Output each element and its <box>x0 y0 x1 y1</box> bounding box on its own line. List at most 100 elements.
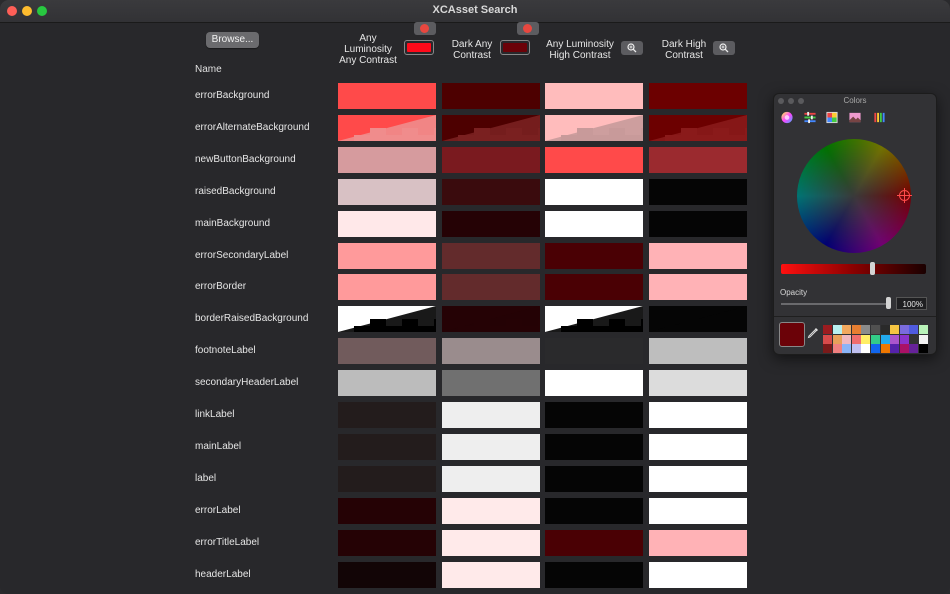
color-swatch-cell[interactable] <box>338 530 436 556</box>
color-swatch-cell[interactable] <box>338 498 436 524</box>
color-swatch-cell[interactable] <box>442 274 540 300</box>
color-swatch-cell[interactable] <box>338 306 436 332</box>
image-palettes-icon[interactable] <box>848 111 862 124</box>
color-swatch-cell[interactable] <box>545 530 643 556</box>
color-swatch-cell[interactable] <box>338 562 436 588</box>
pencils-icon[interactable] <box>872 111 886 124</box>
color-swatch-cell[interactable] <box>442 370 540 396</box>
color-swatch-cell[interactable] <box>545 306 643 332</box>
palette-swatch[interactable] <box>919 325 928 334</box>
clear-color-button[interactable] <box>517 22 539 35</box>
palette-swatch[interactable] <box>899 334 909 344</box>
color-swatch-cell[interactable] <box>338 179 436 205</box>
palette-swatch[interactable] <box>871 344 880 353</box>
color-swatch-cell[interactable] <box>545 83 643 109</box>
color-palettes-icon[interactable] <box>825 111 839 124</box>
color-wheel-icon[interactable] <box>780 111 794 124</box>
palette-swatch[interactable] <box>823 325 832 334</box>
color-swatch-cell[interactable] <box>442 211 540 237</box>
color-swatch-cell[interactable] <box>442 243 540 269</box>
opacity-slider[interactable] <box>781 303 891 305</box>
color-swatch-cell[interactable] <box>545 338 643 364</box>
palette-swatch[interactable] <box>861 334 871 344</box>
color-swatch-cell[interactable] <box>649 466 747 492</box>
palette-swatch[interactable] <box>832 344 842 353</box>
color-swatch-cell[interactable] <box>545 147 643 173</box>
color-swatch-cell[interactable] <box>545 115 643 141</box>
color-swatch-cell[interactable] <box>442 306 540 332</box>
color-swatch-cell[interactable] <box>545 370 643 396</box>
palette-swatch[interactable] <box>919 334 928 344</box>
color-swatch-cell[interactable] <box>338 147 436 173</box>
color-swatch-cell[interactable] <box>545 466 643 492</box>
eyedropper-icon[interactable] <box>807 327 819 339</box>
opacity-slider-knob[interactable] <box>886 297 891 309</box>
palette-swatch[interactable] <box>871 334 880 344</box>
zoom-search-button[interactable] <box>713 41 735 55</box>
opacity-value-field[interactable]: 100% <box>896 297 927 310</box>
variant-color-well[interactable] <box>404 40 434 55</box>
color-swatch-cell[interactable] <box>649 402 747 428</box>
color-swatch-cell[interactable] <box>338 466 436 492</box>
color-swatch-cell[interactable] <box>338 211 436 237</box>
color-swatch-cell[interactable] <box>338 434 436 460</box>
brightness-slider-knob[interactable] <box>870 262 875 275</box>
palette-swatch[interactable] <box>899 344 909 353</box>
color-swatch-cell[interactable] <box>545 562 643 588</box>
palette-swatch[interactable] <box>880 334 890 344</box>
color-swatch-cell[interactable] <box>442 530 540 556</box>
color-swatch-cell[interactable] <box>649 179 747 205</box>
palette-swatch[interactable] <box>890 334 900 344</box>
color-swatch-cell[interactable] <box>338 370 436 396</box>
color-swatch-cell[interactable] <box>649 338 747 364</box>
color-swatch-cell[interactable] <box>545 211 643 237</box>
color-swatch-cell[interactable] <box>338 274 436 300</box>
color-swatch-cell[interactable] <box>649 211 747 237</box>
color-swatch-cell[interactable] <box>442 83 540 109</box>
color-swatch-cell[interactable] <box>338 83 436 109</box>
color-swatch-cell[interactable] <box>442 147 540 173</box>
color-swatch-cell[interactable] <box>545 179 643 205</box>
color-swatch-cell[interactable] <box>442 402 540 428</box>
palette-swatch[interactable] <box>842 334 852 344</box>
color-swatch-cell[interactable] <box>649 434 747 460</box>
color-swatch-cell[interactable] <box>649 115 747 141</box>
palette-swatch[interactable] <box>842 344 852 353</box>
palette-swatch[interactable] <box>890 325 900 334</box>
color-swatch-cell[interactable] <box>545 402 643 428</box>
color-swatch-cell[interactable] <box>338 338 436 364</box>
color-swatch-cell[interactable] <box>442 498 540 524</box>
current-color-well[interactable] <box>779 322 805 347</box>
palette-swatch[interactable] <box>823 344 832 353</box>
color-swatch-cell[interactable] <box>649 498 747 524</box>
color-swatch-cell[interactable] <box>649 530 747 556</box>
palette-swatch[interactable] <box>880 344 890 353</box>
sliders-icon[interactable] <box>803 111 817 124</box>
variant-color-well[interactable] <box>500 40 530 55</box>
color-swatch-cell[interactable] <box>649 243 747 269</box>
color-swatch-cell[interactable] <box>442 466 540 492</box>
color-wheel-picker[interactable] <box>897 188 912 203</box>
palette-swatch[interactable] <box>899 325 909 334</box>
zoom-search-button[interactable] <box>621 41 643 55</box>
palette-swatch[interactable] <box>832 325 842 334</box>
palette-swatch[interactable] <box>851 325 861 334</box>
color-swatch-cell[interactable] <box>442 338 540 364</box>
color-swatch-cell[interactable] <box>338 243 436 269</box>
color-swatch-cell[interactable] <box>442 115 540 141</box>
color-swatch-cell[interactable] <box>338 115 436 141</box>
color-swatch-cell[interactable] <box>649 562 747 588</box>
brightness-slider[interactable] <box>781 264 926 274</box>
palette-swatch[interactable] <box>861 325 871 334</box>
palette-swatch[interactable] <box>909 334 919 344</box>
color-swatch-cell[interactable] <box>649 306 747 332</box>
palette-swatch[interactable] <box>851 344 861 353</box>
palette-swatch[interactable] <box>851 334 861 344</box>
color-swatch-cell[interactable] <box>649 274 747 300</box>
color-swatch-cell[interactable] <box>649 370 747 396</box>
palette-swatch[interactable] <box>861 344 871 353</box>
color-wheel[interactable] <box>797 139 911 253</box>
clear-color-button[interactable] <box>414 22 436 35</box>
palette-swatch[interactable] <box>909 325 919 334</box>
color-swatch-cell[interactable] <box>545 243 643 269</box>
